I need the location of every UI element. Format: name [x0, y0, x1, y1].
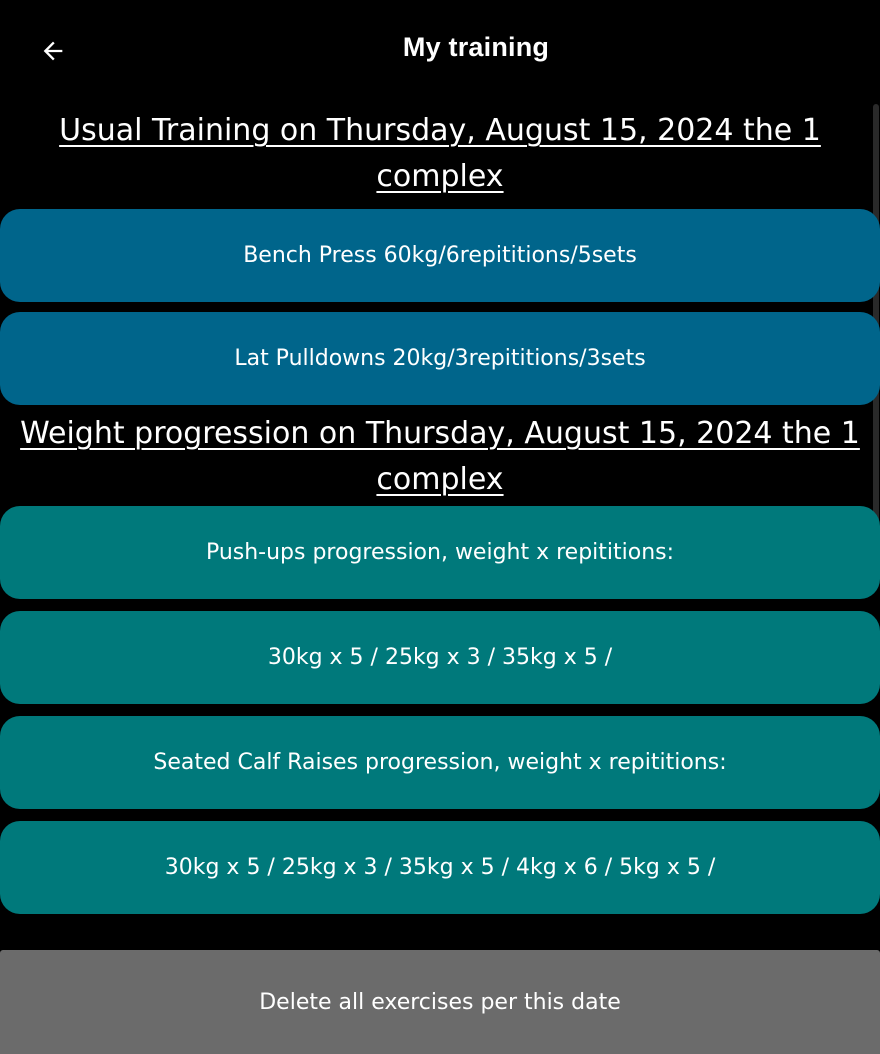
- progression-card-calf-raises-title[interactable]: Seated Calf Raises progression, weight x…: [0, 716, 880, 809]
- weight-progression-heading-line1: Weight progression on Thursday, August 1…: [20, 416, 860, 451]
- exercise-card-lat-pulldowns[interactable]: Lat Pulldowns 20kg/3repititions/3sets: [0, 312, 880, 405]
- delete-all-label: Delete all exercises per this date: [259, 989, 621, 1015]
- weight-progression-heading: Weight progression on Thursday, August 1…: [0, 411, 880, 503]
- progression-card-push-ups-values[interactable]: 30kg x 5 / 25kg x 3 / 35kg x 5 /: [0, 611, 880, 704]
- usual-training-heading-line1: Usual Training on Thursday, August 15, 2…: [59, 113, 821, 148]
- weight-progression-heading-line2: complex: [376, 462, 504, 497]
- usual-training-heading: Usual Training on Thursday, August 15, 2…: [0, 108, 880, 200]
- page-title: My training: [402, 32, 550, 62]
- progression-card-push-ups-title[interactable]: Push-ups progression, weight x repititio…: [0, 506, 880, 599]
- usual-training-heading-line2: complex: [376, 159, 504, 194]
- app-bar: My training: [0, 0, 880, 102]
- exercise-card-bench-press[interactable]: Bench Press 60kg/6repitition​s/5sets: [0, 209, 880, 302]
- progression-card-calf-raises-values[interactable]: 30kg x 5 / 25kg x 3 / 35kg x 5 / 4kg x 6…: [0, 821, 880, 914]
- delete-all-button[interactable]: Delete all exercises per this date: [0, 950, 880, 1054]
